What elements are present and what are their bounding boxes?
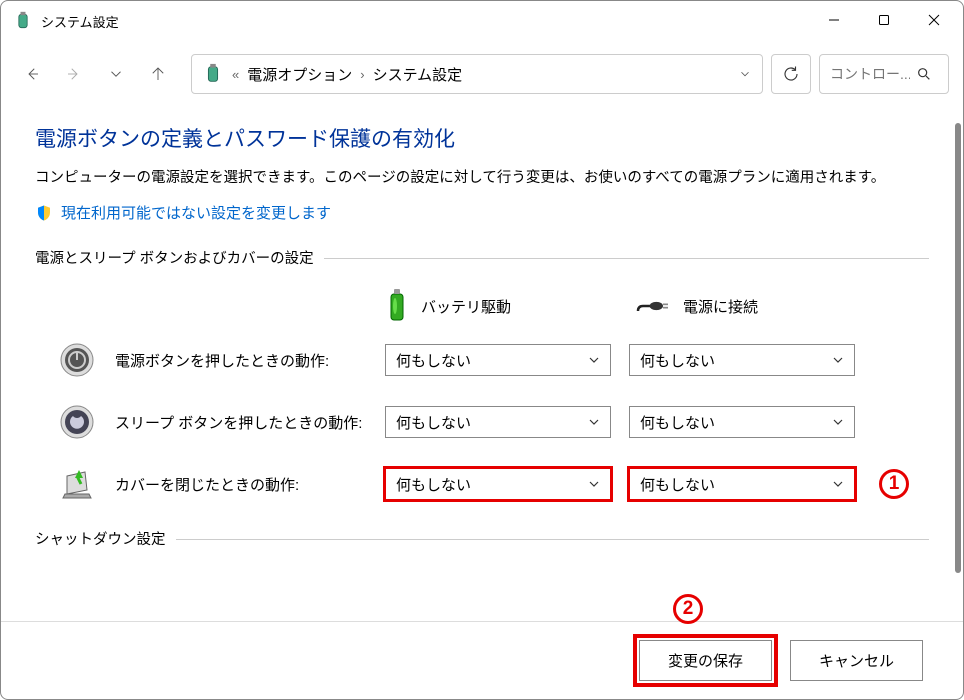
lid-close-battery-select[interactable]: 何もしない: [385, 468, 611, 500]
breadcrumb-item[interactable]: 電源オプション: [247, 64, 352, 85]
chevron-down-icon: [832, 478, 844, 490]
power-button-ac-select[interactable]: 何もしない: [629, 344, 855, 376]
search-input[interactable]: [830, 66, 910, 82]
admin-link-text[interactable]: 現在利用可能ではない設定を変更します: [61, 202, 331, 223]
setting-row-power-button: 電源ボタンを押したときの動作: 何もしない 何もしない: [35, 342, 929, 378]
power-button-icon: [59, 342, 95, 378]
chevron-down-icon: [588, 416, 600, 428]
setting-row-lid-close: カバーを閉じたときの動作: 何もしない 何もしない 1: [35, 466, 929, 502]
row-label: 電源ボタンを押したときの動作:: [115, 350, 385, 371]
chevron-down-icon: [832, 416, 844, 428]
chevron-down-icon: [832, 354, 844, 366]
section-shutdown-title: シャットダウン設定: [35, 532, 176, 548]
address-bar[interactable]: « 電源オプション › システム設定: [191, 54, 763, 94]
chevron-down-icon: [588, 354, 600, 366]
window-title: システム設定: [41, 12, 809, 31]
lid-close-ac-select[interactable]: 何もしない: [629, 468, 855, 500]
section-power-sleep-title: 電源とスリープ ボタンおよびカバーの設定: [35, 251, 324, 267]
power-options-icon: [202, 63, 224, 85]
annotation-marker-1: 1: [879, 469, 909, 499]
plug-icon: [635, 296, 671, 316]
annotation-marker-2: 2: [673, 594, 703, 624]
admin-settings-link[interactable]: 現在利用可能ではない設定を変更します: [35, 202, 929, 223]
power-button-battery-select[interactable]: 何もしない: [385, 344, 611, 376]
laptop-lid-icon: [59, 466, 95, 502]
up-button[interactable]: [141, 57, 175, 91]
maximize-button[interactable]: [859, 1, 909, 39]
column-battery: バッテリ駆動: [385, 288, 635, 324]
app-icon: [13, 11, 33, 31]
sleep-button-icon: [59, 404, 95, 440]
column-battery-label: バッテリ駆動: [421, 296, 511, 317]
close-button[interactable]: [909, 1, 959, 39]
breadcrumb-item[interactable]: システム設定: [373, 64, 463, 85]
minimize-button[interactable]: [809, 1, 859, 39]
search-icon[interactable]: [916, 66, 932, 82]
section-power-sleep: 電源とスリープ ボタンおよびカバーの設定: [35, 247, 929, 268]
column-ac-label: 電源に接続: [683, 296, 758, 317]
refresh-button[interactable]: [771, 54, 811, 94]
breadcrumb-separator: ›: [360, 67, 364, 82]
back-button[interactable]: [15, 57, 49, 91]
sleep-button-ac-select[interactable]: 何もしない: [629, 406, 855, 438]
forward-button[interactable]: [57, 57, 91, 91]
save-button[interactable]: 変更の保存: [639, 640, 772, 681]
titlebar: システム設定: [1, 1, 963, 41]
recent-dropdown-button[interactable]: [99, 57, 133, 91]
navigation-bar: « 電源オプション › システム設定: [1, 45, 963, 103]
vertical-scrollbar[interactable]: [955, 123, 961, 573]
chevron-down-icon[interactable]: [738, 67, 752, 81]
column-ac: 電源に接続: [635, 288, 885, 324]
chevron-down-icon: [588, 478, 600, 490]
page-description: コンピューターの電源設定を選択できます。このページの設定に対して行う変更は、お使…: [35, 167, 929, 190]
page-title: 電源ボタンの定義とパスワード保護の有効化: [35, 123, 929, 153]
cancel-button[interactable]: キャンセル: [790, 640, 923, 681]
breadcrumb-prefix: «: [232, 67, 239, 82]
battery-icon: [385, 288, 409, 324]
sleep-button-battery-select[interactable]: 何もしない: [385, 406, 611, 438]
footer-bar: 2 変更の保存 キャンセル: [1, 621, 963, 699]
row-label: スリープ ボタンを押したときの動作:: [115, 412, 385, 433]
setting-row-sleep-button: スリープ ボタンを押したときの動作: 何もしない 何もしない: [35, 404, 929, 440]
search-box[interactable]: [819, 54, 949, 94]
main-content: 電源ボタンの定義とパスワード保護の有効化 コンピューターの電源設定を選択できます…: [1, 103, 963, 549]
row-label: カバーを閉じたときの動作:: [115, 474, 385, 495]
section-shutdown: シャットダウン設定: [35, 528, 929, 549]
shield-icon: [35, 204, 53, 222]
